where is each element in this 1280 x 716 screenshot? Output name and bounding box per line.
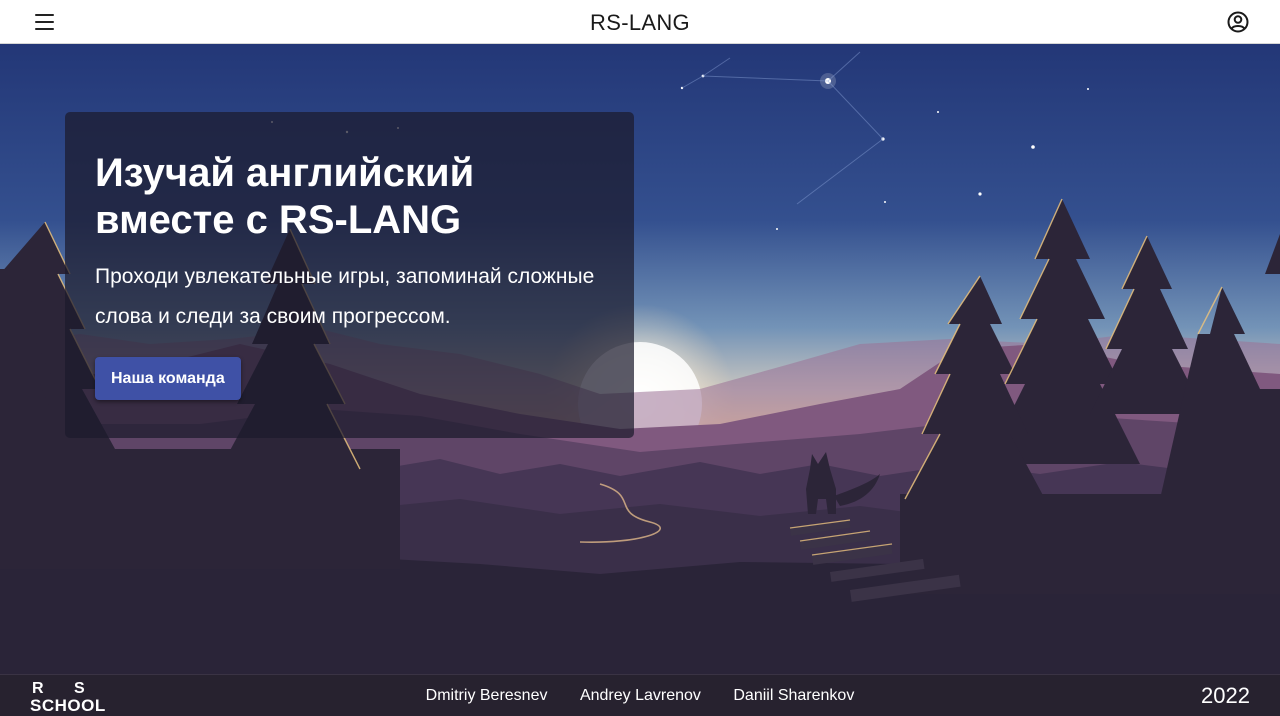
our-team-button[interactable]: Наша команда <box>95 357 241 400</box>
app-title: RS-LANG <box>590 10 690 35</box>
hero-subtitle: Проходи увлекательные игры, запоминай сл… <box>95 265 595 328</box>
hero-title: Изучай английский вместе с RS-LANG <box>95 151 475 242</box>
author-link[interactable]: Andrey Lavrenov <box>580 687 701 704</box>
author-link[interactable]: Dmitriy Beresnev <box>426 687 548 704</box>
hero-section: Изучай английский вместе с RS-LANG Прохо… <box>0 44 1280 674</box>
account-circle-icon <box>1227 11 1249 33</box>
authors-list: Dmitriy Beresnev Andrey Lavrenov Daniil … <box>0 687 1280 705</box>
hero-card: Изучай английский вместе с RS-LANG Прохо… <box>65 112 634 438</box>
copyright-year: 2022 <box>1201 683 1250 708</box>
app-header: RS-LANG <box>0 0 1280 44</box>
app-footer: R S SCHOOL Dmitriy Beresnev Andrey Lavre… <box>0 674 1280 716</box>
author-link[interactable]: Daniil Sharenkov <box>733 687 854 704</box>
account-button[interactable] <box>1224 8 1252 36</box>
